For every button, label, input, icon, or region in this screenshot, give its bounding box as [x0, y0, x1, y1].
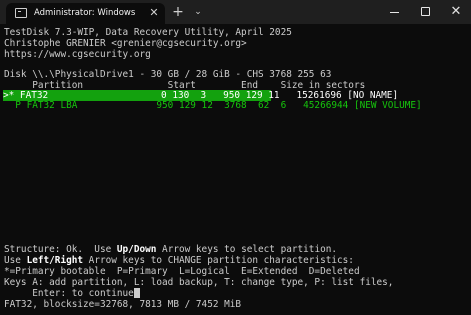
help-text: Enter: to continue — [4, 288, 134, 299]
help-text: Arrow keys to CHANGE partition character… — [83, 255, 354, 266]
help-line-change: Use Left/Right Arrow keys to CHANGE part… — [4, 255, 354, 266]
help-line-keys: Keys A: add partition, L: load backup, T… — [4, 277, 394, 288]
maximize-button[interactable] — [410, 0, 440, 24]
partition-row[interactable]: P FAT32 LBA 950 129 12 3768 62 6 4526694… — [4, 100, 421, 111]
status-line: FAT32, blocksize=32768, 7813 MB / 7452 M… — [4, 299, 242, 310]
help-line-structure: Structure: Ok. Use Up/Down Arrow keys to… — [4, 244, 337, 255]
terminal-icon — [15, 8, 27, 18]
terminal-content[interactable]: TestDisk 7.3-WIP, Data Recovery Utility,… — [0, 24, 471, 315]
website-line: https://www.cgsecurity.org — [4, 49, 151, 60]
close-button[interactable]: ✕ — [441, 0, 471, 24]
title-bar: Administrator: Windows Pow ✕ + ⌄ ✕ — [0, 0, 471, 24]
help-key-updown: Up/Down — [116, 244, 157, 255]
minimize-button[interactable] — [379, 0, 409, 24]
help-key-leftright: Left/Right — [26, 255, 84, 266]
terminal-window: Administrator: Windows Pow ✕ + ⌄ ✕ TestD… — [0, 0, 471, 315]
disk-info: Disk \\.\PhysicalDrive1 - 30 GB / 28 GiB… — [4, 69, 332, 80]
help-text: Structure: Ok. Use — [4, 244, 117, 255]
terminal-tab[interactable]: Administrator: Windows Pow ✕ — [6, 3, 165, 24]
program-title: TestDisk 7.3-WIP, Data Recovery Utility,… — [4, 27, 292, 38]
help-line-legend: *=Primary bootable P=Primary L=Logical E… — [4, 266, 360, 277]
author-line: Christophe GRENIER <grenier@cgsecurity.o… — [4, 38, 247, 49]
help-text: Arrow keys to select partition. — [156, 244, 338, 255]
text-cursor — [133, 288, 140, 298]
new-tab-button[interactable]: + — [171, 5, 185, 19]
tab-title: Administrator: Windows Pow — [34, 8, 138, 18]
chevron-down-icon[interactable]: ⌄ — [192, 5, 204, 19]
help-text: Use — [4, 255, 27, 266]
tab-close-icon[interactable]: ✕ — [148, 6, 160, 20]
help-line-enter: Enter: to continue — [4, 288, 140, 299]
